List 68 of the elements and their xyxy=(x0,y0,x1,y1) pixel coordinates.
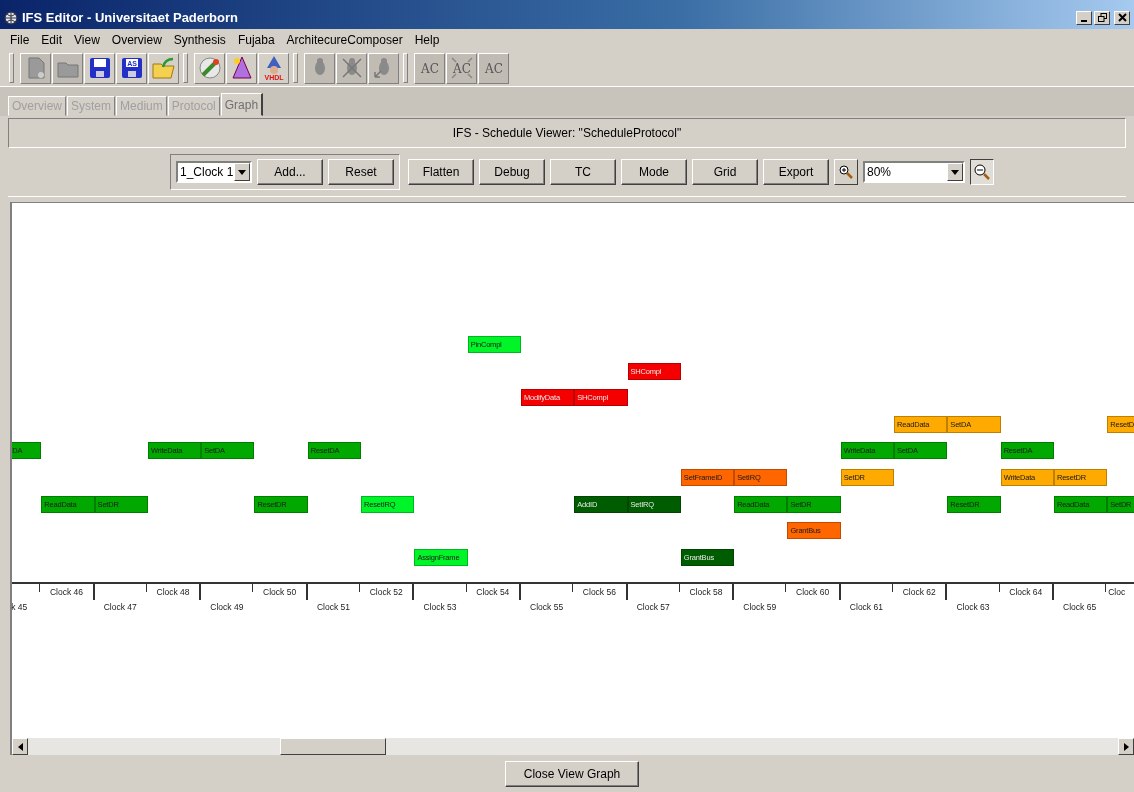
scroll-thumb[interactable] xyxy=(280,738,386,755)
toolbar-button[interactable]: Mode xyxy=(621,159,687,185)
magnifier-minus-icon xyxy=(974,164,990,180)
menu-item[interactable]: File xyxy=(4,32,36,47)
close-button[interactable] xyxy=(1114,10,1130,25)
clock-label: Clock 57 xyxy=(636,602,670,613)
clock-label: Clock 51 xyxy=(316,602,350,613)
menu-item[interactable]: Help xyxy=(408,32,446,47)
restore-button[interactable] xyxy=(1094,10,1110,25)
restore-icon xyxy=(1097,13,1107,22)
zoom-out-button[interactable] xyxy=(970,159,994,185)
dropdown-arrow-icon xyxy=(951,169,959,175)
toolbar-button[interactable]: Grid xyxy=(692,159,758,185)
close-view-graph-button[interactable]: Close View Graph xyxy=(505,760,639,787)
menu-item[interactable]: ArchitecureComposer xyxy=(280,32,409,47)
left-arrow-icon xyxy=(17,742,23,751)
clock-label: Clock 61 xyxy=(849,602,883,613)
clock-label: Clock 56 xyxy=(582,587,616,598)
scroll-right-button[interactable] xyxy=(1118,738,1134,755)
clock-label: Cloc xyxy=(1108,587,1126,598)
clock-label: Clock 49 xyxy=(210,602,244,613)
menu-item[interactable]: Edit xyxy=(35,32,69,47)
clock-label: Clock 59 xyxy=(743,602,777,613)
clock-label: Clock 52 xyxy=(369,587,403,598)
clock-label: Clock 48 xyxy=(156,587,190,598)
clock-label: k 45 xyxy=(12,602,28,613)
toolbar-button[interactable] xyxy=(226,52,257,84)
right-arrow-icon xyxy=(1123,742,1129,751)
close-icon xyxy=(1117,13,1127,22)
clock-label: Clock 63 xyxy=(956,602,990,613)
zoom-in-button[interactable] xyxy=(834,159,858,185)
clock-label: Clock 60 xyxy=(796,587,830,598)
menu-item[interactable]: Overview xyxy=(105,32,168,47)
clock-label: Clock 54 xyxy=(476,587,510,598)
clock-label: Clock 47 xyxy=(103,602,137,613)
clock-label: Clock 53 xyxy=(423,602,457,613)
menu-item[interactable]: Synthesis xyxy=(167,32,232,47)
menu-item[interactable]: View xyxy=(68,32,106,47)
dropdown-arrow-icon xyxy=(238,169,246,175)
clock-dropdown[interactable]: 1_Clock 1 xyxy=(176,161,252,183)
clock-label: Clock 65 xyxy=(1063,602,1097,613)
toolbar-button[interactable]: TC xyxy=(550,159,616,185)
zoom-dropdown[interactable]: 80% xyxy=(863,161,965,183)
scroll-left-button[interactable] xyxy=(12,738,28,755)
horizontal-scrollbar[interactable] xyxy=(10,738,1134,755)
minimize-icon xyxy=(1081,19,1087,22)
clock-label: Clock 55 xyxy=(530,602,564,613)
toolbar-button[interactable]: Export xyxy=(763,159,829,185)
wand-icon xyxy=(196,55,223,81)
toolbar-button[interactable] xyxy=(148,52,179,84)
toolbar-button[interactable] xyxy=(84,52,115,84)
folder-arrow-icon xyxy=(150,55,177,81)
toolbar-button[interactable]: Add... xyxy=(257,159,323,185)
window-title: IFS Editor - Universitaet Paderborn xyxy=(22,10,238,25)
minimize-button[interactable] xyxy=(1076,10,1092,25)
toolbar-button[interactable] xyxy=(194,52,225,84)
clock-label: Clock 50 xyxy=(263,587,297,598)
clock-label: Clock 64 xyxy=(1009,587,1043,598)
viewer-header: IFS - Schedule Viewer: "ScheduleProtocol" xyxy=(8,118,1126,148)
toolbar-button[interactable]: Debug xyxy=(479,159,545,185)
globe-icon xyxy=(4,10,18,25)
clock-label: Clock 62 xyxy=(902,587,936,598)
clock-label: Clock 58 xyxy=(689,587,723,598)
magnifier-plus-icon xyxy=(839,165,853,179)
clock-label: Clock 46 xyxy=(49,587,83,598)
toolbar-button[interactable]: Reset xyxy=(328,159,394,185)
toolbar-button[interactable]: Flatten xyxy=(408,159,474,185)
menu-item[interactable]: Fujaba xyxy=(231,32,281,47)
